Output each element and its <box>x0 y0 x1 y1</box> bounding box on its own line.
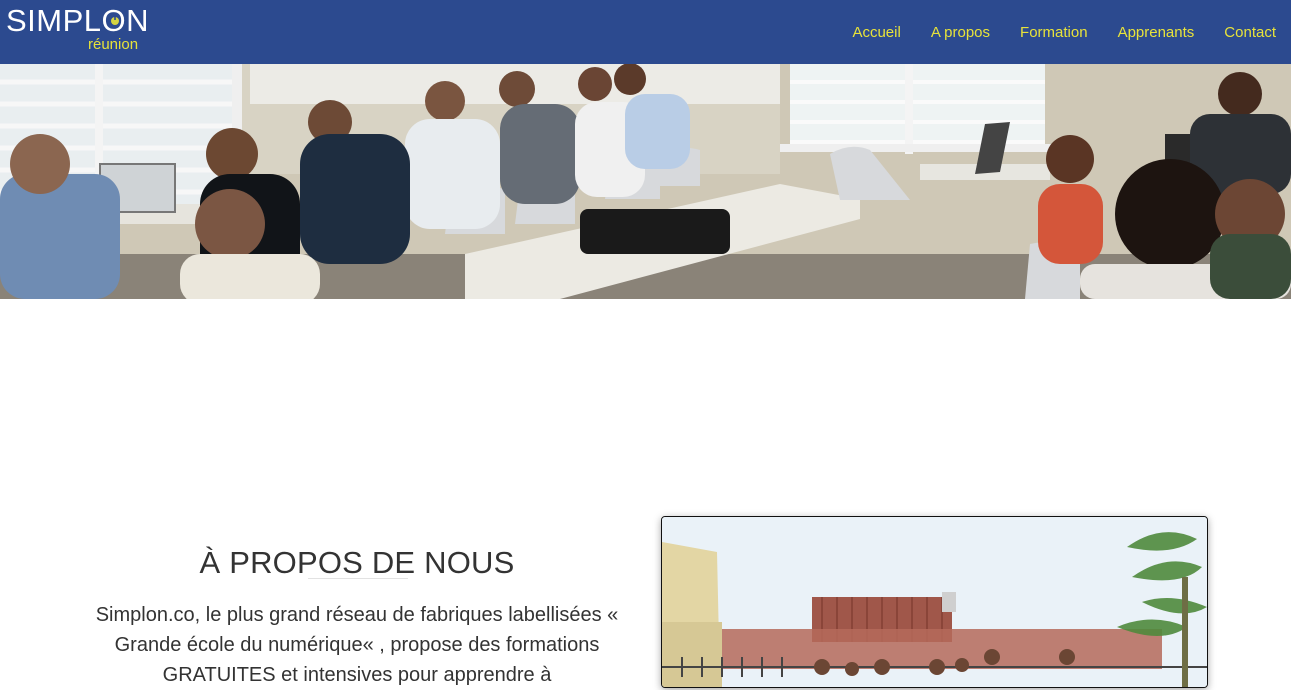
hero-classroom-photo <box>0 64 1291 299</box>
nav-item-contact[interactable]: Contact <box>1224 24 1276 41</box>
main-nav: Accueil A propos Formation Apprenants Co… <box>822 0 1276 64</box>
nav-item-formation[interactable]: Formation <box>1020 24 1088 41</box>
about-title: À PROPOS DE NOUS <box>199 544 515 580</box>
brand-subtitle: réunion <box>88 36 139 53</box>
brand-name: SIMPLON <box>6 3 150 38</box>
about-description: Simplon.co, le plus grand réseau de fabr… <box>95 604 619 686</box>
nav-item-accueil[interactable]: Accueil <box>852 24 900 41</box>
group-photo-illustration <box>662 517 1207 687</box>
nav-item-a-propos[interactable]: A propos <box>931 24 990 41</box>
brand-logo[interactable]: SIMPLON réunion <box>6 4 156 56</box>
top-navbar: SIMPLON réunion Accueil A propos Formati… <box>0 0 1291 64</box>
title-divider <box>308 578 408 579</box>
about-group-photo <box>661 516 1208 688</box>
logo-power-icon <box>111 17 119 25</box>
classroom-illustration <box>0 64 1291 299</box>
nav-item-apprenants[interactable]: Apprenants <box>1118 24 1195 41</box>
